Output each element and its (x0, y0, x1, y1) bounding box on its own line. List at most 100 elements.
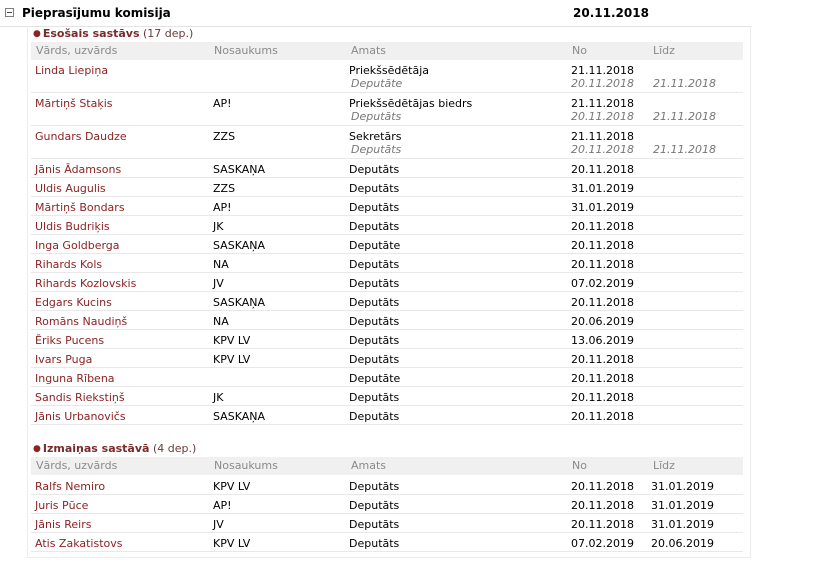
member-name-link[interactable]: Uldis Augulis (35, 182, 106, 195)
member-from-date: 21.11.2018 (571, 130, 634, 143)
col-to: Līdz (653, 44, 675, 57)
member-from-date: 20.11.2018 (571, 372, 634, 385)
member-party: KPV LV (213, 334, 251, 347)
member-position: Deputāts (349, 537, 400, 550)
member-party: KPV LV (213, 537, 251, 550)
table-row: Atis Zakatistovs KPV LV Deputāts 07.02.2019… (31, 533, 743, 552)
table-row: Mārtiņš Staķis AP! Priekšsēdētājas biedrs 2… (31, 93, 743, 126)
bullet-icon: ● (33, 444, 41, 454)
member-position: Priekšsēdētājas biedrs (349, 97, 473, 110)
current-members-table: Linda Liepiņa Priekšsēdētāja 21.11.2018 Dep… (31, 60, 743, 425)
member-to-date: 31.01.2019 (651, 499, 714, 512)
table-row: Rihards Kozlovskis JV Deputāts 07.02.2019 (31, 273, 743, 292)
committee-panel: ● Esošais sastāvs (17 dep.) Vārds, uzvārd… (27, 26, 751, 558)
member-name-link[interactable]: Ivars Puga (35, 353, 92, 366)
table-row: Inguna Rībena Deputāte 20.11.2018 (31, 368, 743, 387)
previous-position: Deputāts (351, 143, 402, 156)
member-name-link[interactable]: Jānis Reirs (35, 518, 91, 531)
table-header: Vārds, uzvārds Nosaukums Amats No Līdz (31, 42, 743, 60)
member-party: ZZS (213, 130, 236, 143)
previous-from-date: 20.11.2018 (571, 143, 634, 156)
changes-section-title: ● Izmaiņas sastāvā (4 dep.) (33, 442, 196, 456)
member-position: Deputāte (349, 239, 401, 252)
member-from-date: 07.02.2019 (571, 537, 634, 550)
member-name-link[interactable]: Jānis Ādamsons (35, 163, 121, 176)
member-from-date: 31.01.2019 (571, 201, 634, 214)
member-position: Deputāts (349, 334, 400, 347)
member-party: SASKAŅA (213, 163, 265, 176)
member-to-date: 20.06.2019 (651, 537, 714, 550)
member-name-link[interactable]: Uldis Budriķis (35, 220, 110, 233)
member-from-date: 20.11.2018 (571, 391, 634, 404)
member-name-link[interactable]: Juris Pūce (35, 499, 88, 512)
previous-to-date: 21.11.2018 (653, 143, 716, 156)
member-from-date: 20.11.2018 (571, 518, 634, 531)
section-count: (17 dep.) (143, 27, 194, 40)
member-from-date: 20.11.2018 (571, 296, 634, 309)
member-to-date: 31.01.2019 (651, 518, 714, 531)
member-from-date: 20.11.2018 (571, 239, 634, 252)
member-party: ZZS (213, 182, 236, 195)
member-to-date: 31.01.2019 (651, 480, 714, 493)
col-name: Vārds, uzvārds (36, 44, 118, 57)
previous-position: Deputāts (351, 110, 402, 123)
previous-from-date: 20.11.2018 (571, 110, 634, 123)
table-row: Jānis Ādamsons SASKAŅA Deputāts 20.11.2018 (31, 159, 743, 178)
committee-header: Pieprasījumu komisija 20.11.2018 (0, 0, 752, 27)
member-from-date: 07.02.2019 (571, 277, 634, 290)
member-name-link[interactable]: Romāns Naudiņš (35, 315, 127, 328)
member-from-date: 20.11.2018 (571, 220, 634, 233)
table-row: Ēriks Pucens KPV LV Deputāts 13.06.2019 (31, 330, 743, 349)
member-name-link[interactable]: Ēriks Pucens (35, 334, 104, 347)
member-party: NA (213, 315, 229, 328)
member-name-link[interactable]: Gundars Daudze (35, 130, 127, 143)
member-name-link[interactable]: Jānis Urbanovičs (35, 410, 126, 423)
member-from-date: 21.11.2018 (571, 97, 634, 110)
col-party: Nosaukums (214, 44, 278, 57)
col-position: Amats (351, 459, 387, 472)
current-section-title: ● Esošais sastāvs (17 dep.) (33, 27, 193, 41)
member-position: Deputāts (349, 410, 400, 423)
member-from-date: 20.11.2018 (571, 480, 634, 493)
member-name-link[interactable]: Rihards Kols (35, 258, 102, 271)
member-party: NA (213, 258, 229, 271)
member-name-link[interactable]: Mārtiņš Bondars (35, 201, 125, 214)
member-name-link[interactable]: Mārtiņš Staķis (35, 97, 113, 110)
member-party: SASKAŅA (213, 410, 265, 423)
section-count: (4 dep.) (152, 442, 197, 455)
member-position: Deputāts (349, 296, 400, 309)
collapse-icon[interactable] (5, 8, 14, 17)
member-name-link[interactable]: Inga Goldberga (35, 239, 120, 252)
member-name-link[interactable]: Edgars Kucins (35, 296, 112, 309)
committee-name: Pieprasījumu komisija (22, 6, 171, 20)
col-position: Amats (351, 44, 387, 57)
table-row: Jānis Urbanovičs SASKAŅA Deputāts 20.11.201… (31, 406, 743, 425)
member-name-link[interactable]: Atis Zakatistovs (35, 537, 123, 550)
member-name-link[interactable]: Sandis Riekstiņš (35, 391, 125, 404)
member-name-link[interactable]: Rihards Kozlovskis (35, 277, 136, 290)
member-position: Deputāts (349, 353, 400, 366)
col-from: No (572, 459, 587, 472)
member-position: Deputāte (349, 372, 401, 385)
member-from-date: 21.11.2018 (571, 64, 634, 77)
member-from-date: 20.11.2018 (571, 499, 634, 512)
table-row: Jānis Reirs JV Deputāts 20.11.2018 31.01.201… (31, 514, 743, 533)
previous-to-date: 21.11.2018 (653, 77, 716, 90)
member-position: Deputāts (349, 182, 400, 195)
table-row: Mārtiņš Bondars AP! Deputāts 31.01.2019 (31, 197, 743, 216)
changes-table: Ralfs Nemiro KPV LV Deputāts 20.11.2018 31.0… (31, 476, 743, 552)
member-position: Sekretārs (349, 130, 402, 143)
member-name-link[interactable]: Ralfs Nemiro (35, 480, 105, 493)
member-from-date: 20.11.2018 (571, 163, 634, 176)
table-row: Ivars Puga KPV LV Deputāts 20.11.2018 (31, 349, 743, 368)
table-row: Linda Liepiņa Priekšsēdētāja 21.11.2018 Dep… (31, 60, 743, 93)
member-name-link[interactable]: Inguna Rībena (35, 372, 115, 385)
member-position: Deputāts (349, 391, 400, 404)
member-position: Priekšsēdētāja (349, 64, 429, 77)
member-from-date: 20.06.2019 (571, 315, 634, 328)
member-name-link[interactable]: Linda Liepiņa (35, 64, 108, 77)
section-name: Esošais sastāvs (42, 27, 140, 40)
member-position: Deputāts (349, 163, 400, 176)
member-from-date: 20.11.2018 (571, 258, 634, 271)
previous-from-date: 20.11.2018 (571, 77, 634, 90)
